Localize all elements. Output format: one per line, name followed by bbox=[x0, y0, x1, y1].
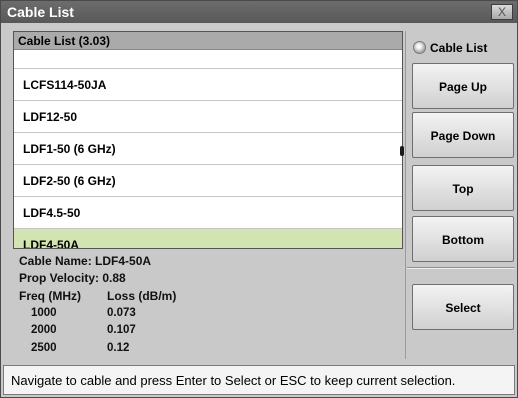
radio-icon[interactable] bbox=[413, 41, 426, 54]
list-item[interactable]: LDF12-50 bbox=[14, 101, 402, 133]
cable-list: Cable List (3.03) LCFS114-50JA LDF12-50 … bbox=[13, 31, 403, 249]
status-bar: Navigate to cable and press Enter to Sel… bbox=[3, 365, 515, 395]
prop-velocity: Prop Velocity: 0.88 bbox=[19, 271, 126, 285]
page-up-button[interactable]: Page Up bbox=[412, 63, 514, 109]
bottom-label: Bottom bbox=[442, 233, 484, 247]
close-button[interactable]: X bbox=[491, 4, 513, 20]
list-item-selected[interactable]: LDF4-50A bbox=[14, 229, 402, 248]
select-button[interactable]: Select bbox=[412, 284, 514, 330]
loss-header: Loss (dB/m) bbox=[107, 289, 177, 303]
radio-label: Cable List bbox=[430, 41, 488, 55]
list-item[interactable]: LCFS114-50JA bbox=[14, 69, 402, 101]
page-down-button[interactable]: Page Down bbox=[412, 112, 514, 158]
select-label: Select bbox=[445, 301, 481, 315]
cable-name: Cable Name: LDF4-50A bbox=[19, 254, 152, 268]
scrollbar-thumb[interactable] bbox=[400, 146, 404, 156]
list-item[interactable]: LDF1-50 (6 GHz) bbox=[14, 133, 402, 165]
page-up-label: Page Up bbox=[438, 80, 487, 94]
loss-value: 0.107 bbox=[107, 324, 136, 336]
loss-value: 0.12 bbox=[107, 342, 130, 354]
cable-list-radio[interactable]: Cable List bbox=[413, 39, 513, 57]
page-down-label: Page Down bbox=[430, 129, 496, 143]
freq-value: 2500 bbox=[31, 342, 57, 354]
list-item-blank[interactable] bbox=[14, 51, 402, 69]
list-item[interactable]: LDF4.5-50 bbox=[14, 197, 402, 229]
close-icon: X bbox=[497, 5, 506, 19]
freq-value: 1000 bbox=[31, 307, 57, 319]
bottom-button[interactable]: Bottom bbox=[412, 216, 514, 262]
freq-header: Freq (MHz) bbox=[19, 289, 81, 303]
list-header: Cable List (3.03) bbox=[14, 32, 402, 50]
list-item[interactable]: LDF2-50 (6 GHz) bbox=[14, 165, 402, 197]
window-title: Cable List bbox=[7, 4, 74, 20]
freq-value: 2000 bbox=[31, 324, 57, 336]
cable-info-panel: Cable Name: LDF4-50A Prop Velocity: 0.88… bbox=[15, 254, 403, 358]
title-bar: Cable List X bbox=[1, 1, 517, 23]
list-body: LCFS114-50JA LDF12-50 LDF1-50 (6 GHz) LD… bbox=[14, 51, 402, 248]
cable-list-dialog: Cable List X Cable List (3.03) LCFS114-5… bbox=[0, 0, 518, 398]
top-label: Top bbox=[452, 182, 474, 196]
top-button[interactable]: Top bbox=[412, 165, 514, 211]
divider bbox=[407, 267, 515, 269]
loss-value: 0.073 bbox=[107, 307, 136, 319]
